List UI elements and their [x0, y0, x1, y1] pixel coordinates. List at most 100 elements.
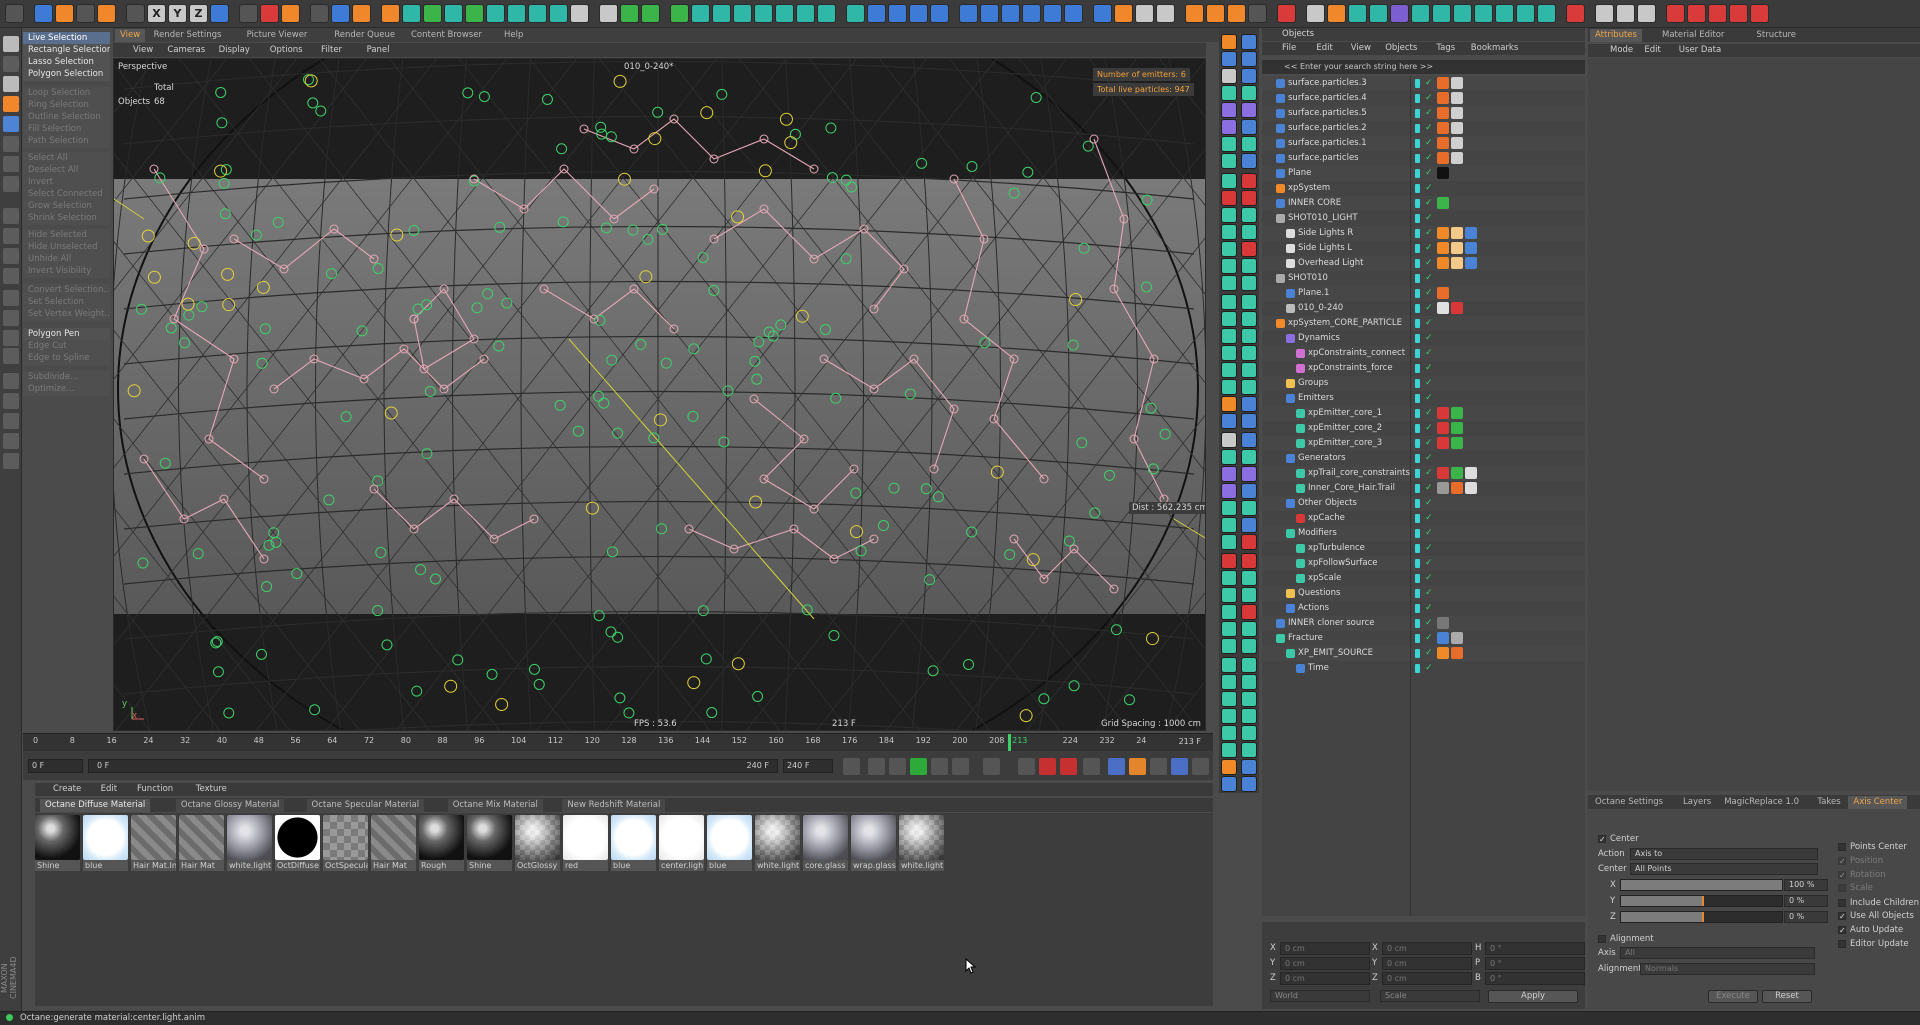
toolbar-button[interactable]	[1595, 4, 1614, 23]
object-flags[interactable]: ✓	[1412, 543, 1436, 554]
toolbar-button[interactable]	[641, 4, 660, 23]
plugin-icon[interactable]	[1221, 258, 1237, 274]
object-flags[interactable]: ✓	[1412, 138, 1436, 149]
material-swatch[interactable]: wrap.glass	[851, 815, 896, 872]
plugin-icon[interactable]	[1221, 604, 1237, 620]
toolbar-button[interactable]	[980, 4, 999, 23]
object-row[interactable]: xpFollowSurface ✓	[1262, 556, 1585, 571]
toolbar-button[interactable]	[210, 4, 229, 23]
loop-button[interactable]	[952, 758, 969, 775]
option-checkbox[interactable]: ✓	[1838, 857, 1846, 866]
plugin-icon[interactable]	[1241, 621, 1257, 637]
plugin-icon[interactable]	[1241, 173, 1257, 189]
object-search-input[interactable]: << Enter your search string here >>	[1262, 60, 1585, 74]
prev-frame-button[interactable]	[889, 758, 906, 775]
visibility-dot-icon[interactable]	[1415, 364, 1420, 373]
coord-field[interactable]: 0 cm	[1280, 972, 1370, 985]
palette-tool-icon[interactable]	[3, 96, 19, 112]
plugin-icon[interactable]	[1221, 85, 1237, 101]
object-flags[interactable]: ✓	[1412, 633, 1436, 644]
visibility-dot-icon[interactable]	[1415, 349, 1420, 358]
toolbar-button[interactable]	[310, 4, 329, 23]
tag-icon[interactable]	[1437, 242, 1449, 254]
visibility-dot-icon[interactable]	[1415, 394, 1420, 403]
tag-icon[interactable]	[1451, 407, 1463, 419]
material-swatch[interactable]: white.light	[755, 815, 800, 872]
center-dropdown[interactable]: All Points	[1630, 863, 1818, 875]
toolbar-button[interactable]	[1327, 4, 1346, 23]
object-flags[interactable]: ✓	[1412, 378, 1436, 389]
plugin-icon[interactable]	[1221, 136, 1237, 152]
plugin-icon[interactable]	[1221, 553, 1237, 569]
object-row[interactable]: Plane ✓	[1262, 166, 1585, 181]
toolbar-button[interactable]	[909, 4, 928, 23]
attributes-lower-tab[interactable]: Takes	[1812, 796, 1845, 809]
plugin-icon[interactable]	[1241, 517, 1257, 533]
toolbar-button[interactable]	[381, 4, 400, 23]
plugin-icon[interactable]	[1241, 207, 1257, 223]
toolbar-button[interactable]	[1156, 4, 1175, 23]
object-flags[interactable]: ✓	[1412, 78, 1436, 89]
object-row[interactable]: Overhead Light ✓	[1262, 256, 1585, 271]
tag-icon[interactable]	[1451, 137, 1463, 149]
record-key-button[interactable]	[1039, 758, 1056, 775]
plugin-icon[interactable]	[1241, 68, 1257, 84]
option-checkbox[interactable]	[1838, 884, 1846, 892]
material-tab[interactable]: Octane Mix Material	[447, 799, 543, 812]
object-row[interactable]: xpTrail_core_constraints ✓	[1262, 466, 1585, 481]
toolbar-button[interactable]	[5, 4, 24, 23]
visibility-dot-icon[interactable]	[1415, 544, 1420, 553]
visibility-dot-icon[interactable]	[1415, 139, 1420, 148]
object-row[interactable]: xpEmitter_core_3 ✓	[1262, 436, 1585, 451]
enabled-check-icon[interactable]: ✓	[1425, 153, 1433, 164]
coord-field[interactable]: 0 cm	[1280, 942, 1370, 955]
objects-menu-view[interactable]: View	[1351, 42, 1371, 54]
auto-key-button[interactable]	[1060, 758, 1077, 775]
x-value-field[interactable]: 100 %	[1784, 879, 1828, 891]
enabled-check-icon[interactable]: ✓	[1425, 228, 1433, 239]
viewport-3d[interactable]: Perspective 010_0-240* Total Objects 68 …	[113, 58, 1206, 731]
visibility-dot-icon[interactable]	[1415, 454, 1420, 463]
object-row[interactable]: Actions ✓	[1262, 601, 1585, 616]
next-frame-button[interactable]	[931, 758, 948, 775]
toolbar-button[interactable]	[1474, 4, 1493, 23]
toolbar-button[interactable]	[817, 4, 836, 23]
object-flags[interactable]: ✓	[1412, 93, 1436, 104]
attributes-lower-tab[interactable]: Layers	[1678, 796, 1716, 809]
tag-icon[interactable]	[1437, 257, 1449, 269]
toolbar-button[interactable]	[1687, 4, 1706, 23]
tag-icon[interactable]	[1451, 647, 1463, 659]
coord-field[interactable]: 0 cm	[1382, 942, 1472, 955]
toolbar-button[interactable]	[1248, 4, 1267, 23]
toolbar-button[interactable]	[1135, 4, 1154, 23]
palette-tool-icon[interactable]	[3, 413, 19, 429]
toolbar-button[interactable]	[1369, 4, 1388, 23]
key-button[interactable]	[1018, 758, 1035, 775]
object-row[interactable]: surface.particles.1 ✓	[1262, 136, 1585, 151]
tag-icon[interactable]	[1465, 467, 1477, 479]
tag-icon[interactable]	[1437, 122, 1449, 134]
axis-x-button[interactable]: X	[147, 4, 166, 23]
enabled-check-icon[interactable]: ✓	[1425, 438, 1433, 449]
plugin-icon[interactable]	[1241, 136, 1257, 152]
object-flags[interactable]: ✓	[1412, 618, 1436, 629]
tag-icon[interactable]	[1451, 632, 1463, 644]
tag-icon[interactable]	[1437, 407, 1449, 419]
toolbar-button[interactable]	[1750, 4, 1769, 23]
tag-icon[interactable]	[1437, 167, 1449, 179]
option-checkbox[interactable]	[1838, 843, 1846, 851]
object-row[interactable]: surface.particles.5 ✓	[1262, 106, 1585, 121]
object-row[interactable]: SHOT010 ✓	[1262, 271, 1585, 286]
execute-button[interactable]: Execute	[1708, 990, 1758, 1003]
toolbar-button[interactable]	[670, 4, 689, 23]
visibility-dot-icon[interactable]	[1415, 634, 1420, 643]
object-flags[interactable]: ✓	[1412, 168, 1436, 179]
viewport-menu-options[interactable]: Options	[270, 44, 303, 56]
tag-icon[interactable]	[1451, 77, 1463, 89]
param-key-button[interactable]	[1171, 758, 1188, 775]
plugin-icon[interactable]	[1241, 759, 1257, 775]
toolbar-button[interactable]	[1516, 4, 1535, 23]
plugin-icon[interactable]	[1241, 51, 1257, 67]
material-swatch[interactable]: center.ligh	[659, 815, 704, 872]
tag-icon[interactable]	[1437, 137, 1449, 149]
